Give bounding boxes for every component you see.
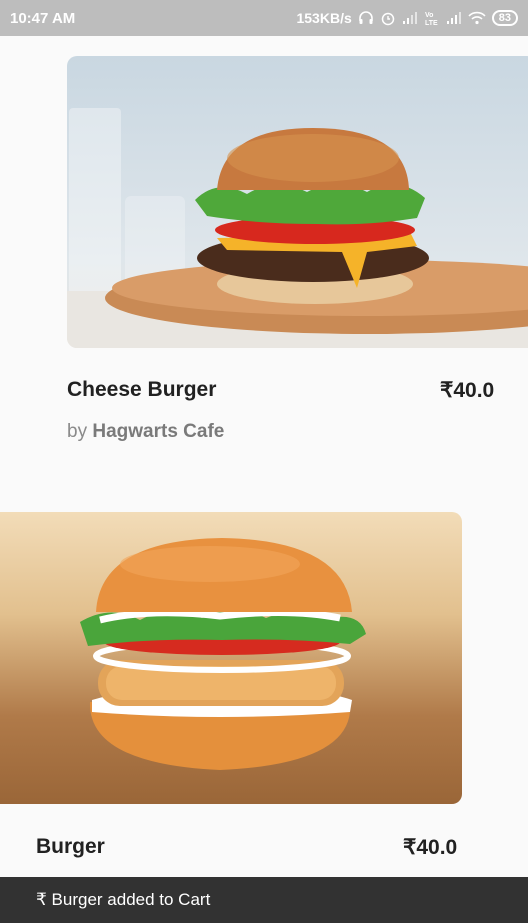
- vendor-name[interactable]: Hagwarts Cafe: [92, 421, 224, 442]
- alarm-icon: [381, 12, 394, 26]
- battery-icon: 83: [491, 10, 518, 26]
- signal-icon: [446, 12, 461, 24]
- burger-illustration: [80, 538, 366, 770]
- item-title[interactable]: Burger: [36, 835, 105, 859]
- volte-icon: Vo LTE: [425, 12, 438, 26]
- wifi-icon: [468, 11, 486, 25]
- network-speed: 153KB/s: [296, 10, 352, 26]
- vendor-byline: by Hagwarts Cafe: [67, 421, 224, 443]
- headphones-icon: [358, 11, 373, 24]
- svg-text:Vo: Vo: [425, 12, 433, 19]
- item-price: ₹40.0: [440, 379, 495, 402]
- burger-image[interactable]: [0, 512, 462, 804]
- status-time: 10:47 AM: [10, 9, 76, 27]
- snackbar-message: ₹ Burger added to Cart: [36, 890, 211, 909]
- status-icons: 153KB/s Vo LTE 83: [296, 10, 518, 26]
- byline-prefix: by: [67, 421, 88, 442]
- item-price: ₹40.0: [403, 836, 458, 859]
- cheese-burger-image[interactable]: [67, 56, 528, 348]
- cheese-burger-illustration: [67, 108, 528, 348]
- item-title[interactable]: Cheese Burger: [67, 378, 216, 402]
- svg-text:LTE: LTE: [425, 20, 438, 26]
- status-bar: 10:47 AM 153KB/s Vo LTE 83: [0, 0, 528, 36]
- snackbar: ₹ Burger added to Cart: [0, 877, 528, 923]
- signal-icon: [402, 12, 417, 24]
